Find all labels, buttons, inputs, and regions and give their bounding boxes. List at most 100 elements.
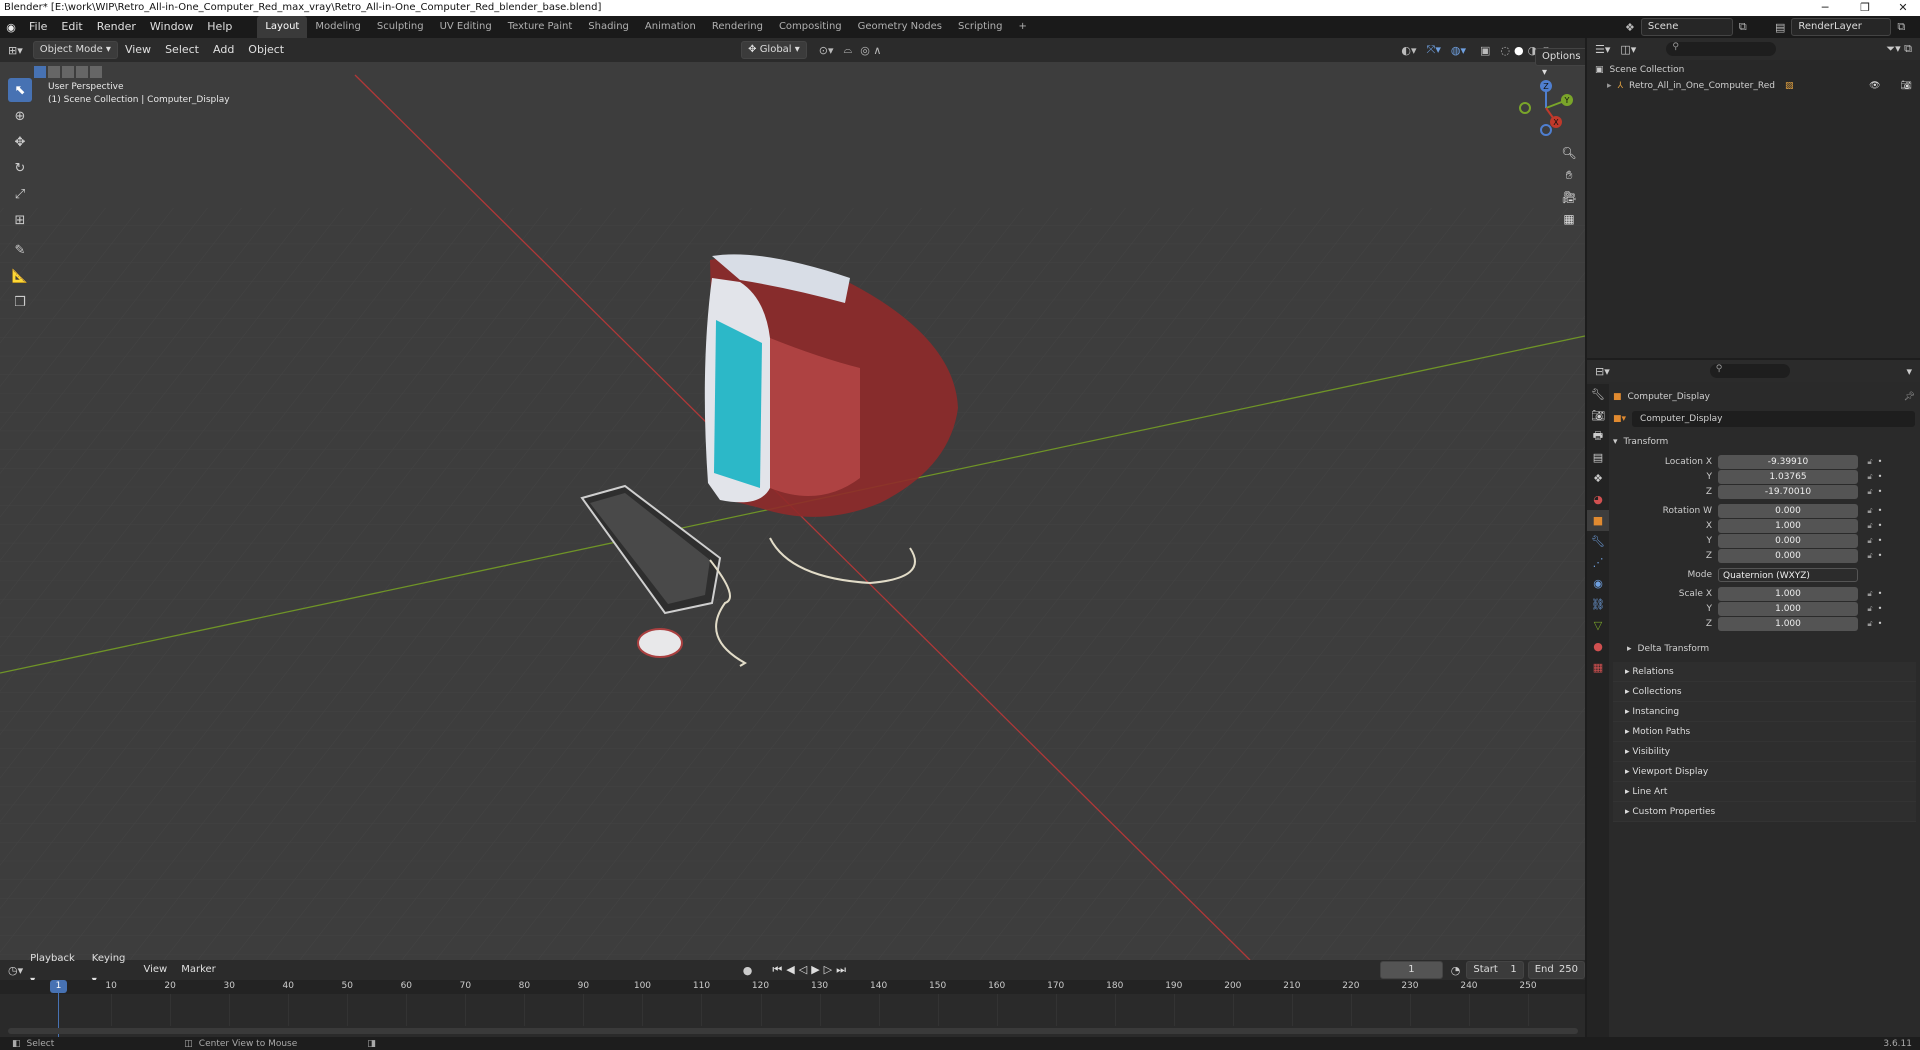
wireframe-shading-icon[interactable]: ◌: [1500, 44, 1510, 57]
new-scene-icon[interactable]: ⧉: [1739, 20, 1747, 34]
timeline-editor-icon[interactable]: ◷▾: [8, 964, 23, 977]
panel-visibility[interactable]: ▸ Visibility: [1613, 742, 1916, 762]
snap-icon[interactable]: ⌓: [844, 43, 853, 57]
lock-icon[interactable]: 🔓︎: [1864, 551, 1876, 561]
record-icon[interactable]: ●: [743, 964, 753, 977]
lock-icon[interactable]: 🔓︎: [1864, 619, 1876, 629]
close-button[interactable]: ✕: [1888, 0, 1918, 16]
start-frame-field[interactable]: Start 1: [1466, 961, 1524, 979]
new-view-layer-icon[interactable]: ⧉: [1897, 20, 1905, 34]
zoom-icon[interactable]: 🔍︎: [1558, 142, 1580, 164]
filter-icon[interactable]: ⏷▾ ⧉: [1886, 42, 1912, 56]
panel-motion-paths[interactable]: ▸ Motion Paths: [1613, 722, 1916, 742]
keyframe-dot-icon[interactable]: •: [1876, 487, 1884, 496]
restore-button[interactable]: ❐: [1850, 0, 1880, 16]
tab-rendering[interactable]: Rendering: [704, 16, 771, 38]
object-mode-dropdown[interactable]: Object Mode ▾: [32, 41, 118, 59]
gizmo-toggle-icon[interactable]: ⤧▾: [1427, 43, 1441, 57]
scale-tool-icon[interactable]: ⤢: [8, 182, 32, 206]
overlay-toggle-icon[interactable]: ◍▾: [1451, 44, 1466, 57]
proportional-edit-icon[interactable]: ◎ ∧: [860, 44, 881, 57]
physics-tab-icon[interactable]: ◉: [1587, 573, 1609, 594]
lock-icon[interactable]: 🔓︎: [1864, 604, 1876, 614]
tab-uv-editing[interactable]: UV Editing: [432, 16, 500, 38]
add-workspace-button[interactable]: +: [1010, 16, 1034, 38]
scene-selector[interactable]: ❖ Scene ⧉: [1625, 18, 1747, 36]
rotation-mode-dropdown[interactable]: Quaternion (WXYZ): [1718, 567, 1858, 582]
properties-editor-icon[interactable]: ⊟▾: [1595, 365, 1610, 378]
blender-logo-icon[interactable]: ◉: [0, 21, 22, 34]
location-x-field[interactable]: -9.39910: [1718, 454, 1858, 469]
move-tool-icon[interactable]: ✥: [8, 130, 32, 154]
select-invert-icon[interactable]: [76, 66, 88, 78]
scene-tab-icon[interactable]: ❖: [1587, 468, 1609, 489]
rotation-w-field[interactable]: 0.000: [1718, 503, 1858, 518]
3d-viewport[interactable]: ⊞▾ Object Mode ▾ View Select Add Object …: [0, 38, 1585, 960]
annotate-tool-icon[interactable]: ✎: [8, 238, 32, 262]
editor-type-icon[interactable]: ⊞▾: [8, 44, 23, 57]
panel-custom-properties[interactable]: ▸ Custom Properties: [1613, 802, 1916, 822]
select-tool-icon[interactable]: ⬉: [8, 78, 32, 102]
select-new-icon[interactable]: [34, 66, 46, 78]
panel-relations[interactable]: ▸ Relations: [1613, 662, 1916, 682]
navigation-gizmo[interactable]: Z Y X: [1515, 78, 1577, 138]
menu-render[interactable]: Render: [90, 16, 143, 38]
view-layer-tab-icon[interactable]: ▤: [1587, 447, 1609, 468]
pivot-icon[interactable]: ⊙▾: [819, 44, 834, 57]
rotation-x-field[interactable]: 1.000: [1718, 518, 1858, 533]
viewport-menu-view[interactable]: View: [118, 39, 158, 61]
menu-help[interactable]: Help: [200, 16, 239, 38]
tool-tab-icon[interactable]: 🔧︎: [1587, 384, 1609, 405]
select-subtract-icon[interactable]: [62, 66, 74, 78]
tab-geometry-nodes[interactable]: Geometry Nodes: [850, 16, 950, 38]
particles-tab-icon[interactable]: ⋰: [1587, 552, 1609, 573]
tab-shading[interactable]: Shading: [580, 16, 637, 38]
solid-shading-icon[interactable]: ●: [1514, 44, 1524, 57]
minimize-button[interactable]: ─: [1810, 0, 1840, 16]
panel-line-art[interactable]: ▸ Line Art: [1613, 782, 1916, 802]
scale-y-field[interactable]: 1.000: [1718, 601, 1858, 616]
pin-icon[interactable]: 📌︎: [1904, 392, 1915, 402]
xray-icon[interactable]: ▣: [1480, 44, 1490, 57]
expand-arrow-icon[interactable]: ▸: [1607, 81, 1612, 91]
timeline-scrollbar[interactable]: [8, 1028, 1578, 1034]
keyframe-dot-icon[interactable]: •: [1876, 536, 1884, 545]
keyframe-dot-icon[interactable]: •: [1876, 457, 1884, 466]
output-tab-icon[interactable]: 🖶: [1587, 426, 1609, 447]
delta-transform-header[interactable]: ▸ Delta Transform: [1613, 639, 1915, 659]
scale-x-field[interactable]: 1.000: [1718, 586, 1858, 601]
add-cube-tool-icon[interactable]: ❒: [8, 290, 32, 314]
panel-collections[interactable]: ▸ Collections: [1613, 682, 1916, 702]
outliner-editor-icon[interactable]: ☰▾: [1595, 43, 1610, 56]
keyframe-dot-icon[interactable]: •: [1876, 619, 1884, 628]
visibility-eye-icon[interactable]: 👁︎: [1869, 81, 1880, 91]
keyframe-dot-icon[interactable]: •: [1876, 472, 1884, 481]
tab-modeling[interactable]: Modeling: [307, 16, 369, 38]
visibility-icon[interactable]: ◐▾: [1401, 44, 1416, 57]
rotation-y-field[interactable]: 0.000: [1718, 533, 1858, 548]
keyframe-dot-icon[interactable]: •: [1876, 604, 1884, 613]
rotation-z-field[interactable]: 0.000: [1718, 548, 1858, 563]
texture-tab-icon[interactable]: ▦: [1587, 657, 1609, 678]
location-y-field[interactable]: 1.03765: [1718, 469, 1858, 484]
constraints-tab-icon[interactable]: ⛓: [1587, 594, 1609, 615]
panel-viewport-display[interactable]: ▸ Viewport Display: [1613, 762, 1916, 782]
location-z-field[interactable]: -19.70010: [1718, 484, 1858, 499]
object-name-field[interactable]: Computer_Display: [1632, 411, 1915, 427]
panel-instancing[interactable]: ▸ Instancing: [1613, 702, 1916, 722]
viewport-menu-object[interactable]: Object: [241, 39, 291, 61]
tab-texture-paint[interactable]: Texture Paint: [500, 16, 581, 38]
scene-name[interactable]: Scene: [1640, 18, 1733, 36]
properties-options-icon[interactable]: ▾: [1906, 365, 1912, 378]
outliner-row-object[interactable]: ▸ ⅄ Retro_All_in_One_Computer_Red ▨ 👁︎ 📷…: [1587, 78, 1920, 94]
view-layer-name[interactable]: RenderLayer: [1791, 18, 1892, 36]
lock-icon[interactable]: 🔓︎: [1864, 521, 1876, 531]
select-intersect-icon[interactable]: [90, 66, 102, 78]
keyframe-dot-icon[interactable]: •: [1876, 521, 1884, 530]
tab-layout[interactable]: Layout: [257, 16, 308, 38]
menu-window[interactable]: Window: [143, 16, 200, 38]
pan-hand-icon[interactable]: ✋︎: [1558, 164, 1580, 186]
tab-compositing[interactable]: Compositing: [771, 16, 850, 38]
playback-controls[interactable]: ⏮◀◁▶▷⏭: [772, 963, 850, 977]
perspective-grid-icon[interactable]: ▦: [1558, 208, 1580, 230]
